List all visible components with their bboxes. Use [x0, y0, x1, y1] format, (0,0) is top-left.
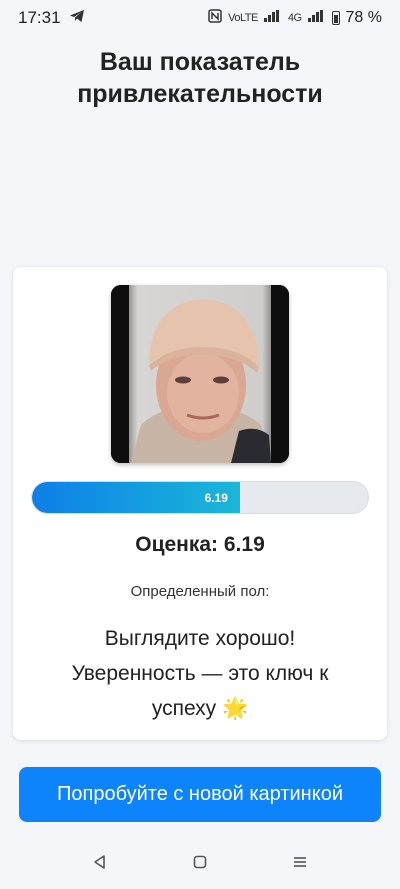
user-photo: [111, 285, 289, 463]
score-text: Оценка: 6.19: [135, 533, 265, 556]
message-line3: успеху 🌟: [151, 697, 249, 720]
network-label: VoLTE: [228, 12, 258, 24]
telegram-icon: [69, 8, 85, 28]
page-title-line1: Ваш показатель: [99, 48, 301, 76]
message-line2: Уверенность — это ключ к: [71, 662, 329, 685]
status-right: VoLTE 4G 78 %: [208, 8, 382, 28]
battery-icon: [331, 11, 340, 25]
score-progress-label: 6.19: [204, 490, 228, 505]
signal-icon: [263, 9, 282, 27]
network-type: 4G: [287, 12, 302, 24]
score-progress-bar: 6.19: [31, 481, 369, 514]
battery-percent: 78 %: [345, 9, 382, 26]
status-time: 17:31: [18, 8, 61, 27]
message-line1: Выглядите хорошо!: [104, 627, 296, 650]
home-icon[interactable]: [185, 847, 215, 877]
result-card: 6.19 Оценка: 6.19 Определенный пол: Выгл…: [13, 267, 387, 740]
nfc-icon: [208, 8, 222, 28]
status-left: 17:31: [18, 8, 85, 28]
navigation-bar: [0, 840, 400, 884]
page-title: Ваш показатель привлекательности: [0, 46, 400, 110]
gender-label: Определенный пол:: [130, 583, 270, 600]
signal-icon-2: [307, 9, 326, 27]
try-new-image-button[interactable]: Попробуйте с новой картинкой: [19, 767, 381, 822]
score-progress-fill: 6.19: [32, 482, 240, 513]
page-title-line2: привлекательности: [77, 80, 323, 108]
face-image: [111, 285, 289, 463]
recents-icon[interactable]: [285, 847, 315, 877]
status-bar: 17:31 VoLTE 4G 78 %: [0, 0, 400, 36]
back-icon[interactable]: [85, 847, 115, 877]
result-message: Выглядите хорошо! Уверенность — это ключ…: [43, 621, 357, 726]
